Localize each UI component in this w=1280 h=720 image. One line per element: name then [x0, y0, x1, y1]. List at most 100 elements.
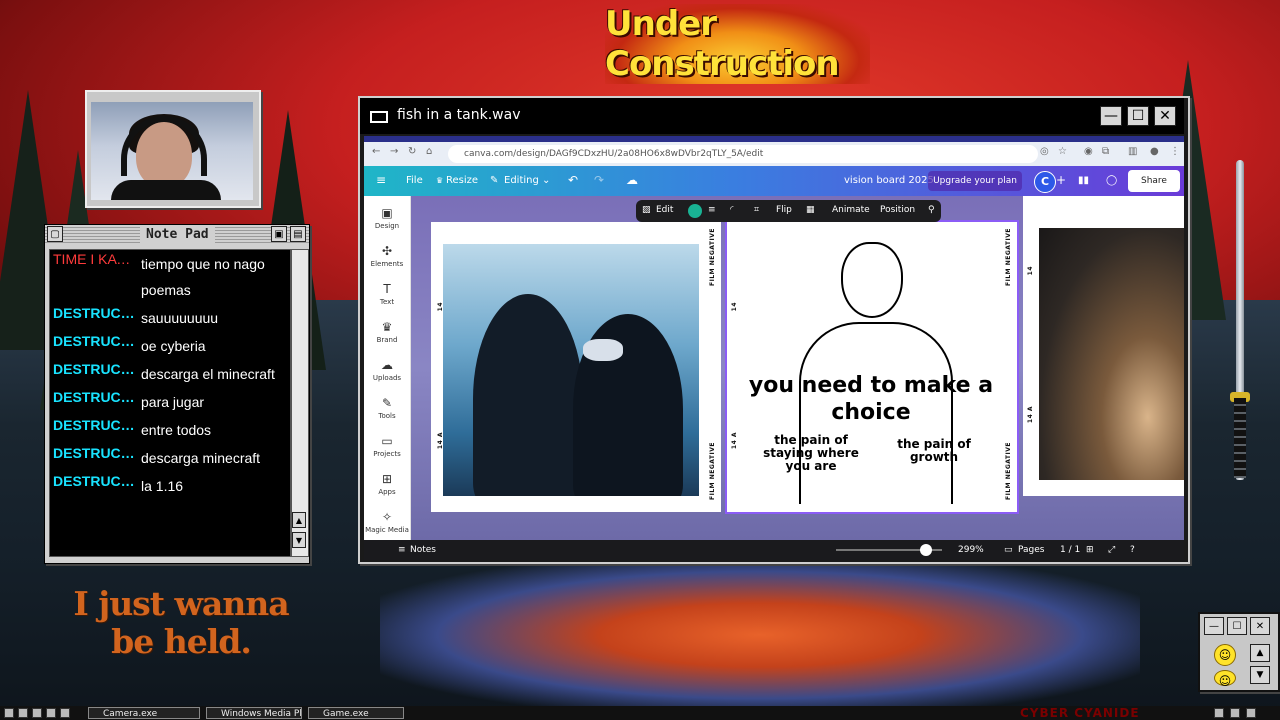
editing-menu[interactable]: Editing: [504, 175, 539, 186]
zoom-slider-knob[interactable]: [920, 544, 932, 556]
extension-icon[interactable]: ◉: [1084, 146, 1093, 157]
close-button[interactable]: ✕: [1154, 106, 1176, 126]
corner-rounding-icon[interactable]: ◜: [730, 205, 734, 215]
add-icon[interactable]: +: [1056, 173, 1066, 187]
redo-icon[interactable]: ↷: [594, 173, 604, 187]
sidebar-item-design[interactable]: ▣ Design: [364, 206, 410, 230]
maximize-button[interactable]: ☐: [1127, 106, 1149, 126]
cloud-save-icon[interactable]: ☁: [626, 173, 638, 187]
sketch-frame[interactable]: you need to make a choice the pain of st…: [725, 220, 1019, 514]
sidebar-item-uploads[interactable]: ☁ Uploads: [364, 358, 410, 382]
sidebar-item-projects[interactable]: ▭ Projects: [364, 434, 410, 458]
minimize-button[interactable]: —: [1100, 106, 1122, 126]
widget-scroll-down-icon[interactable]: ▼: [1250, 666, 1270, 684]
hamburger-menu-icon[interactable]: ≡: [376, 173, 386, 187]
chat-scrollbar[interactable]: ▲ ▼: [291, 249, 309, 557]
sidebar-item-tools[interactable]: ✎ Tools: [364, 396, 410, 420]
forward-icon[interactable]: →: [390, 146, 398, 157]
tray-icon[interactable]: [1214, 708, 1224, 718]
canvas-stage[interactable]: FILM NEGATIVE FILM NEGATIVE 14 14 A you …: [411, 196, 1184, 540]
eye-off-icon[interactable]: ◎: [1040, 146, 1049, 157]
color-swatch[interactable]: [688, 204, 702, 218]
quicklaunch-icon[interactable]: [32, 708, 42, 718]
star-icon[interactable]: ☆: [1058, 146, 1067, 157]
photo-frame[interactable]: FILM NEGATIVE FILM NEGATIVE 14 14 A: [431, 222, 721, 512]
quicklaunch-icon[interactable]: [46, 708, 56, 718]
room-photo[interactable]: [1039, 228, 1184, 480]
help-icon[interactable]: ?: [1130, 545, 1135, 555]
upgrade-button[interactable]: Upgrade your plan: [928, 171, 1022, 191]
sidebar-item-magic-media[interactable]: ✧ Magic Media: [364, 510, 410, 534]
notepad-restore-button[interactable]: ▣: [271, 226, 287, 242]
reload-icon[interactable]: ↻: [408, 146, 416, 157]
resize-menu[interactable]: Resize: [446, 175, 478, 186]
sidebar-item-text[interactable]: T Text: [364, 282, 410, 306]
taskbar-item-media-player[interactable]: Windows Media Pla: [206, 707, 302, 719]
back-icon[interactable]: ←: [372, 146, 380, 157]
puzzle-icon[interactable]: ⧉: [1102, 146, 1109, 157]
comment-icon[interactable]: ◯: [1106, 175, 1117, 186]
webcam-window[interactable]: [85, 90, 261, 208]
transparency-icon[interactable]: ▦: [806, 205, 815, 215]
taskbar-item-game[interactable]: Game.exe: [308, 707, 404, 719]
widget-minimize-button[interactable]: —: [1204, 617, 1224, 635]
main-window-titlebar[interactable]: fish in a tank.wav — ☐ ✕: [360, 98, 1184, 134]
pages-button[interactable]: Pages: [1018, 545, 1044, 555]
widget-close-button[interactable]: ✕: [1250, 617, 1270, 635]
tray-icon[interactable]: [1246, 708, 1256, 718]
scroll-up-arrow-icon[interactable]: ▲: [292, 512, 306, 528]
chat-username[interactable]: DESTRUCTOR...: [53, 389, 141, 405]
chat-username[interactable]: DESTRUCTOR...: [53, 473, 141, 489]
quicklaunch-icon[interactable]: [18, 708, 28, 718]
notepad-maximize-button[interactable]: ▤: [290, 226, 306, 242]
notepad-window[interactable]: ▢ Note Pad ▣ ▤ TIME I KAWLL...tiempo que…: [44, 224, 310, 564]
undo-icon[interactable]: ↶: [568, 173, 578, 187]
position-button[interactable]: Position: [880, 205, 915, 215]
paint-roller-icon[interactable]: ⚲: [928, 205, 935, 215]
sidebar-item-elements[interactable]: ✣ Elements: [364, 244, 410, 268]
scroll-down-arrow-icon[interactable]: ▼: [292, 532, 306, 548]
fullscreen-icon[interactable]: ⤢: [1108, 545, 1115, 555]
grid-view-icon[interactable]: ⊞: [1086, 545, 1094, 555]
analytics-icon[interactable]: ▮▮: [1078, 175, 1089, 186]
file-menu[interactable]: File: [406, 175, 423, 186]
start-icon[interactable]: [4, 708, 14, 718]
zoom-slider[interactable]: [836, 544, 942, 556]
edit-button[interactable]: Edit: [656, 205, 673, 215]
aquarium-photo[interactable]: [443, 244, 699, 496]
home-icon[interactable]: ⌂: [426, 146, 432, 157]
menu-dots-icon[interactable]: ⋮: [1170, 146, 1180, 157]
notepad-titlebar[interactable]: ▢ Note Pad ▣ ▤: [45, 225, 309, 245]
widget-maximize-button[interactable]: ☐: [1227, 617, 1247, 635]
sidebar-item-apps[interactable]: ⊞ Apps: [364, 472, 410, 496]
sidebar-item-brand[interactable]: ♛ Brand: [364, 320, 410, 344]
notes-button[interactable]: Notes: [410, 545, 436, 555]
taskbar-item-camera[interactable]: Camera.exe: [88, 707, 200, 719]
zoom-level[interactable]: 299%: [958, 545, 984, 555]
quicklaunch-icon[interactable]: [60, 708, 70, 718]
widget-scroll-up-icon[interactable]: ▲: [1250, 644, 1270, 662]
crop-icon[interactable]: ⌗: [754, 205, 759, 215]
chat-username[interactable]: DESTRUCTOR...: [53, 361, 141, 377]
chat-username[interactable]: DESTRUCTOR...: [53, 445, 141, 461]
flip-button[interactable]: Flip: [776, 205, 792, 215]
main-window[interactable]: fish in a tank.wav — ☐ ✕ ← → ↻ ⌂ canva.c…: [358, 96, 1190, 564]
smiley-widget[interactable]: — ☐ ✕ ☺ ☺ ▲ ▼: [1198, 612, 1280, 692]
avatar[interactable]: C: [1034, 171, 1056, 193]
animate-button[interactable]: Animate: [832, 205, 870, 215]
notepad-menu-button[interactable]: ▢: [47, 226, 63, 242]
share-button[interactable]: Share: [1128, 170, 1180, 192]
chat-username[interactable]: DESTRUCTOR...: [53, 333, 141, 349]
url-field[interactable]: canva.com/design/DAGf9CDxzHU/2a08HO6x8wD…: [448, 145, 1038, 163]
document-title[interactable]: vision board 2025: [844, 175, 934, 186]
room-frame[interactable]: 14 14 A: [1023, 196, 1184, 496]
sketch-illustration[interactable]: you need to make a choice the pain of st…: [729, 236, 1013, 506]
chevron-down-icon[interactable]: ⌄: [542, 175, 550, 186]
chat-username[interactable]: DESTRUCTOR...: [53, 305, 141, 321]
profile-icon[interactable]: ●: [1150, 146, 1159, 157]
chat-username[interactable]: DESTRUCTOR...: [53, 417, 141, 433]
border-style-icon[interactable]: ≡: [708, 205, 716, 215]
tray-icon[interactable]: [1230, 708, 1240, 718]
sidebar-icon[interactable]: ▥: [1128, 146, 1137, 157]
chat-username[interactable]: TIME I KAWLL...: [53, 251, 141, 267]
